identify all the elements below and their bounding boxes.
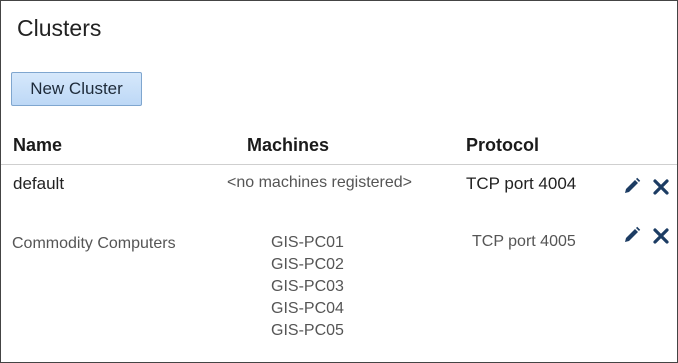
machine-item: GIS-PC03: [271, 278, 344, 295]
column-header-name: Name: [13, 135, 63, 155]
column-header-protocol: Protocol: [466, 135, 540, 155]
cluster-name: default: [13, 174, 65, 193]
new-cluster-button[interactable]: New Cluster: [11, 72, 142, 106]
machines-empty-note: <no machines registered>: [227, 174, 412, 191]
close-icon[interactable]: [652, 178, 670, 196]
machine-item: GIS-PC04: [271, 300, 344, 317]
column-header-machines: Machines: [247, 135, 330, 155]
page-title: Clusters: [17, 15, 102, 41]
machines-list: GIS-PC01 GIS-PC02 GIS-PC03 GIS-PC04 GIS-…: [271, 232, 344, 342]
cluster-protocol: TCP port 4005: [472, 233, 576, 250]
machine-item: GIS-PC01: [271, 234, 344, 251]
pencil-icon[interactable]: [623, 226, 641, 244]
clusters-panel: Clusters New Cluster Name Machines Proto…: [0, 0, 678, 363]
pencil-icon[interactable]: [623, 177, 641, 195]
machine-item: GIS-PC02: [271, 256, 344, 273]
header-divider: [1, 164, 677, 165]
cluster-name: Commodity Computers: [12, 235, 176, 252]
close-icon[interactable]: [652, 227, 670, 245]
machine-item: GIS-PC05: [271, 322, 344, 339]
cluster-protocol: TCP port 4004: [466, 174, 577, 193]
